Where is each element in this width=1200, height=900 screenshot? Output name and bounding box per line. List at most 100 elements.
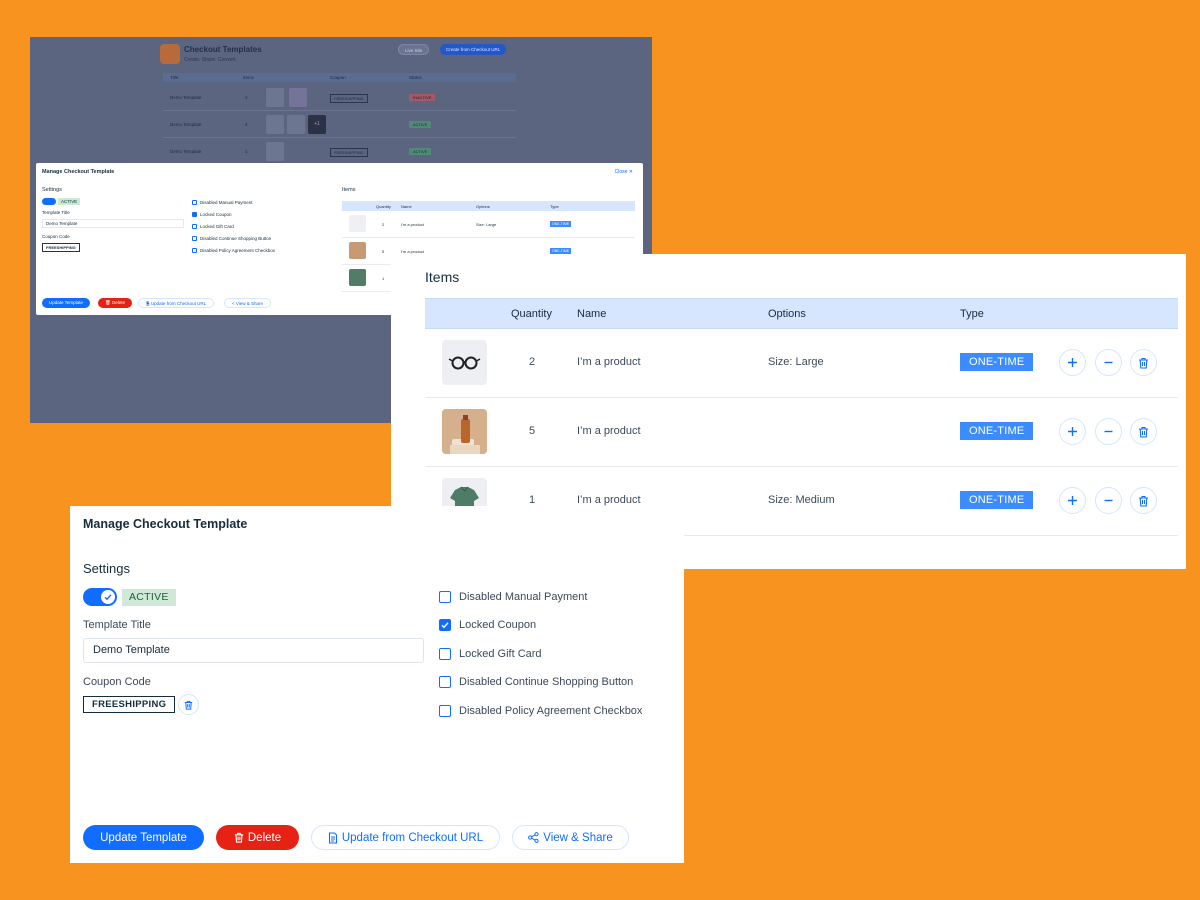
minus-icon bbox=[1104, 499, 1113, 502]
table-row[interactable]: Demo Template 4 +1 ACTIVE bbox=[163, 111, 516, 138]
modal-title: Manage Checkout Template bbox=[83, 517, 248, 531]
status-badge: ACTIVE bbox=[58, 198, 81, 205]
increase-quantity-button[interactable] bbox=[1059, 418, 1086, 445]
update-from-checkout-button[interactable]: 🗎 Update from Checkout URL bbox=[138, 298, 215, 308]
option-checkbox[interactable]: Disabled Manual Payment bbox=[192, 200, 253, 205]
col-status: Status bbox=[409, 75, 422, 80]
template-title-input[interactable]: Demo Template bbox=[42, 219, 184, 228]
update-template-button[interactable]: Update Template bbox=[83, 825, 204, 850]
increase-quantity-button[interactable] bbox=[1059, 349, 1086, 376]
checkbox[interactable] bbox=[439, 648, 451, 660]
delete-button[interactable]: Delete bbox=[216, 825, 299, 850]
glasses-icon bbox=[349, 215, 366, 232]
option-label: Locked Gift Card bbox=[459, 648, 542, 660]
update-from-checkout-button[interactable]: Update from Checkout URL bbox=[311, 825, 500, 850]
manage-template-panel: Manage Checkout Template Settings ACTIVE… bbox=[70, 506, 684, 863]
row-title: Demo Template bbox=[170, 95, 202, 100]
item-options: Size: Medium bbox=[768, 494, 835, 506]
product-thumb bbox=[266, 88, 284, 107]
product-thumb bbox=[289, 88, 307, 107]
delete-button[interactable]: 🗑 Delete bbox=[98, 298, 132, 308]
item-name: I’m a product bbox=[577, 425, 641, 437]
col-coupon: Coupon bbox=[330, 75, 346, 80]
item-type-badge: ONE-TIME bbox=[960, 491, 1034, 509]
app-logo-icon bbox=[160, 44, 180, 64]
item-options: Size: Large bbox=[768, 356, 824, 368]
remove-item-button[interactable] bbox=[1130, 349, 1157, 376]
document-icon bbox=[328, 831, 337, 844]
remove-coupon-button[interactable] bbox=[178, 694, 199, 715]
table-row[interactable]: 5 I’m a product ONE-TIME bbox=[425, 398, 1178, 467]
increase-quantity-button[interactable] bbox=[1059, 487, 1086, 514]
items-table-header: Quantity Name Options Type bbox=[425, 298, 1178, 329]
template-title-label: Template Title bbox=[83, 619, 151, 631]
decrease-quantity-button[interactable] bbox=[1095, 349, 1122, 376]
checkbox[interactable] bbox=[439, 619, 451, 631]
settings-heading: Settings bbox=[83, 561, 130, 576]
option-checkbox[interactable]: Locked Gift Card bbox=[192, 224, 234, 229]
option-locked-gift-card[interactable]: Locked Gift Card bbox=[439, 648, 542, 660]
glasses-icon bbox=[442, 340, 487, 385]
option-locked-coupon[interactable]: Locked Coupon bbox=[439, 619, 536, 631]
trash-icon bbox=[1139, 495, 1148, 507]
trash-icon bbox=[184, 700, 193, 710]
option-disabled-continue-shopping[interactable]: Disabled Continue Shopping Button bbox=[439, 676, 633, 688]
remove-item-button[interactable] bbox=[1130, 487, 1157, 514]
minus-icon bbox=[1104, 430, 1113, 433]
modal-title: Manage Checkout Template bbox=[42, 169, 115, 175]
remove-item-button[interactable] bbox=[1130, 418, 1157, 445]
item-type-badge: ONE-TIME bbox=[960, 422, 1034, 440]
row-title: Demo Template bbox=[170, 122, 202, 127]
template-title-label: Template Title bbox=[42, 210, 70, 215]
decrease-quantity-button[interactable] bbox=[1095, 418, 1122, 445]
close-button[interactable]: Close ✕ bbox=[615, 169, 633, 175]
share-icon bbox=[528, 832, 539, 843]
col-quantity: Quantity bbox=[511, 308, 552, 320]
option-checkbox[interactable]: Disabled Continue Shopping Button bbox=[192, 236, 271, 241]
option-checkbox[interactable]: Locked Coupon bbox=[192, 212, 232, 217]
option-label: Locked Coupon bbox=[459, 619, 537, 631]
option-label: Disabled Continue Shopping Button bbox=[459, 676, 634, 688]
table-row[interactable]: Demo Template 1 FREESHIPPING ACTIVE bbox=[163, 138, 516, 165]
row-items: 4 bbox=[245, 122, 248, 127]
update-template-button[interactable]: Update Template bbox=[42, 298, 90, 308]
checkbox[interactable] bbox=[439, 591, 451, 603]
item-name: I’m a product bbox=[577, 494, 641, 506]
option-checkbox[interactable]: Disabled Policy Agreement Checkbox bbox=[192, 248, 275, 253]
view-share-button[interactable]: < View & Share bbox=[224, 298, 272, 308]
table-row[interactable]: 2 I’m a product Size: Large ONE-TIME bbox=[425, 329, 1178, 398]
checkbox[interactable] bbox=[439, 676, 451, 688]
status-badge: INACTIVE bbox=[409, 94, 436, 101]
status-toggle[interactable] bbox=[42, 198, 56, 205]
item-name: I’m a product bbox=[577, 356, 641, 368]
live-site-button[interactable]: Live Site bbox=[398, 44, 430, 55]
checkbox[interactable] bbox=[439, 705, 451, 717]
trash-icon bbox=[1139, 426, 1148, 438]
button-label: Update Template bbox=[100, 831, 187, 844]
coupon-tag: FREESHIPPING bbox=[330, 148, 368, 157]
coupon-code-label: Coupon Code bbox=[42, 234, 70, 239]
item-quantity: 5 bbox=[528, 425, 536, 437]
status-toggle[interactable] bbox=[83, 588, 117, 606]
dashboard-table-header: Title Items Coupon Status bbox=[163, 73, 516, 82]
dashboard-subtitle: Create. Share. Convert. bbox=[184, 57, 237, 63]
product-thumb bbox=[287, 115, 305, 134]
option-label: Disabled Policy Agreement Checkbox bbox=[459, 705, 643, 717]
template-title-input[interactable]: Demo Template bbox=[83, 638, 424, 663]
plus-icon bbox=[1068, 358, 1077, 367]
table-row[interactable]: 2 I'm a product Size: Large ONE-TIME bbox=[342, 211, 635, 238]
option-disabled-policy-agreement[interactable]: Disabled Policy Agreement Checkbox bbox=[439, 705, 642, 717]
option-disabled-manual-payment[interactable]: Disabled Manual Payment bbox=[439, 591, 587, 603]
button-label: Update from Checkout URL bbox=[341, 831, 484, 844]
col-options: Options bbox=[768, 308, 806, 320]
dashboard-background: Checkout Templates Create. Share. Conver… bbox=[30, 37, 652, 167]
decrease-quantity-button[interactable] bbox=[1095, 487, 1122, 514]
plus-icon bbox=[1068, 496, 1077, 505]
trash-icon bbox=[234, 832, 243, 843]
table-row[interactable]: Demo Template 2 FREESHIPPING INACTIVE bbox=[163, 84, 516, 111]
create-from-checkout-button[interactable]: Create from Checkout URL bbox=[440, 44, 507, 55]
item-type-badge: ONE-TIME bbox=[960, 353, 1034, 371]
status-badge: ACTIVE bbox=[409, 121, 432, 128]
view-share-button[interactable]: View & Share bbox=[512, 825, 629, 850]
col-title: Title bbox=[170, 75, 179, 80]
